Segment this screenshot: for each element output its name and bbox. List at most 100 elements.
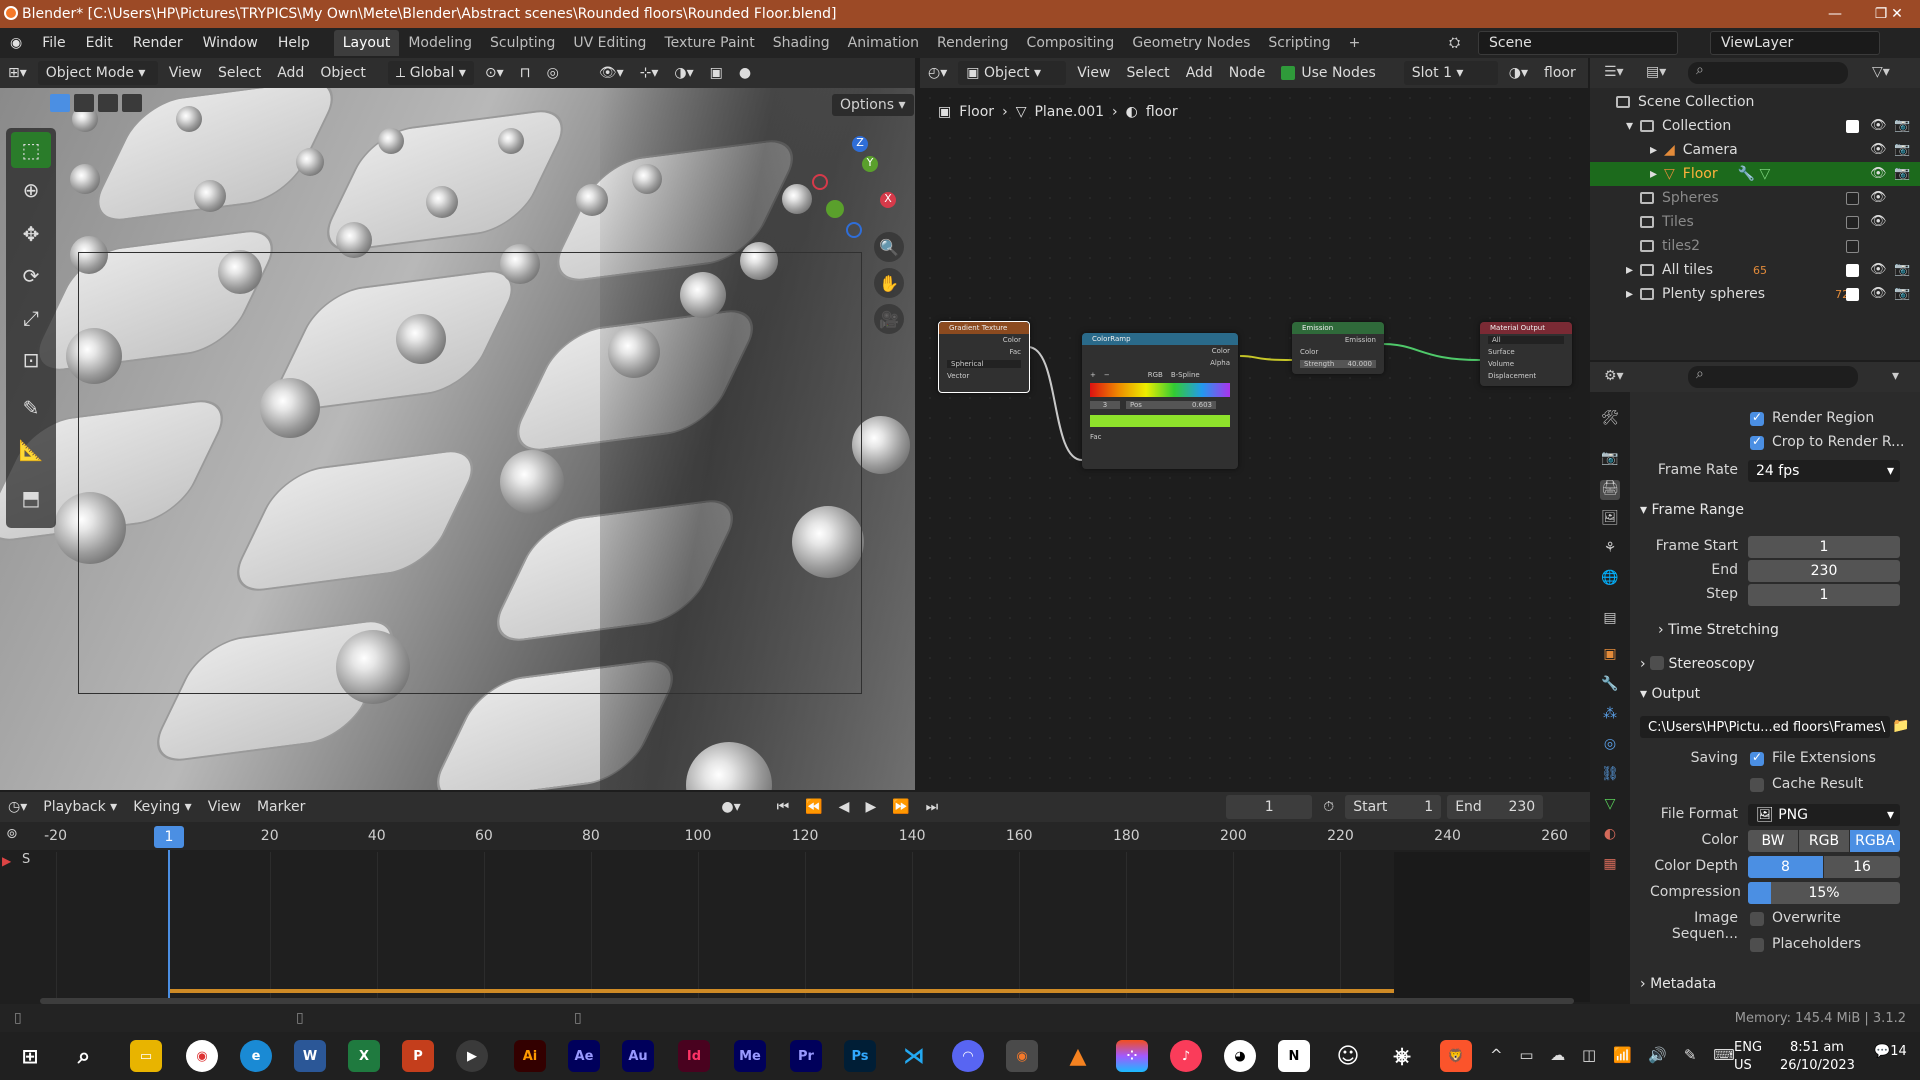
color-rgba-button[interactable]: RGBA: [1850, 830, 1900, 852]
gizmo-toggle-icon[interactable]: ⊹▾: [632, 61, 667, 85]
cache-result-checkbox[interactable]: [1750, 778, 1764, 792]
properties-editor-icon[interactable]: ⚙▾: [1604, 368, 1624, 384]
select-invert-icon[interactable]: [122, 94, 142, 112]
notification-icon[interactable]: 💬14: [1874, 1044, 1907, 1059]
illustrator-icon[interactable]: Ai: [514, 1040, 546, 1072]
visibility-eye-icon[interactable]: 👁: [1870, 166, 1887, 181]
menu-edit[interactable]: Edit: [76, 28, 123, 58]
outliner-search-input[interactable]: ⌕: [1688, 62, 1848, 84]
visibility-eye-icon[interactable]: 👁: [1870, 118, 1887, 133]
texture-tab-icon[interactable]: ▦: [1600, 856, 1620, 876]
jump-start-icon[interactable]: ⏮: [769, 795, 798, 819]
music-icon[interactable]: ♪: [1170, 1040, 1202, 1072]
scene-tab-icon[interactable]: ⚘: [1600, 540, 1620, 560]
axis-neg-x-icon[interactable]: [812, 174, 828, 190]
current-frame-field[interactable]: 1: [1226, 795, 1313, 819]
start-frame-field[interactable]: Start 1: [1345, 795, 1442, 819]
frame-start-field[interactable]: 1: [1748, 536, 1900, 558]
view-layer-selector[interactable]: ViewLayer: [1710, 31, 1880, 55]
timeline-view-icon[interactable]: ⊚: [6, 826, 18, 842]
jump-keyframe-forward-icon[interactable]: ⏩: [884, 795, 917, 819]
annotate-tool-icon[interactable]: ✎: [11, 390, 51, 426]
language-top[interactable]: ENG: [1734, 1040, 1762, 1055]
visibility-eye-icon[interactable]: 👁: [1870, 286, 1887, 301]
particles-tab-icon[interactable]: ⁂: [1600, 706, 1620, 726]
openai-icon[interactable]: ⎈: [1386, 1040, 1418, 1072]
visibility-eye-icon[interactable]: 👁: [1870, 214, 1887, 229]
outliner-row-tiles2[interactable]: tiles2: [1590, 234, 1920, 258]
frame-step-field[interactable]: 1: [1748, 584, 1900, 606]
play-icon[interactable]: ▶: [857, 795, 884, 819]
exclude-checkbox[interactable]: [1846, 120, 1859, 133]
tab-uv-editing[interactable]: UV Editing: [564, 30, 655, 56]
disclosure-icon[interactable]: ▸: [1626, 286, 1640, 302]
strength-field[interactable]: Strength 40.000: [1292, 358, 1384, 370]
menu-render[interactable]: Render: [123, 28, 193, 58]
disclosure-icon[interactable]: ▸: [1626, 262, 1640, 278]
exclude-checkbox[interactable]: [1846, 288, 1859, 301]
3d-viewport[interactable]: Options ▾ ⬚ ⊕ ✥ ⟳ ⤢ ⊡ ✎ 📐 ⬒ Z Y X 🔍 ✋ 🎥: [0, 88, 915, 790]
word-icon[interactable]: W: [294, 1040, 326, 1072]
timeline-editor-icon[interactable]: ◷▾: [0, 795, 35, 819]
camera-view-icon[interactable]: 🎥: [874, 304, 904, 334]
node-menu-view[interactable]: View: [1069, 61, 1118, 85]
emoji-app-icon[interactable]: ☺: [1332, 1040, 1364, 1072]
stop-color-swatch[interactable]: [1090, 415, 1230, 427]
tab-texture-paint[interactable]: Texture Paint: [655, 30, 763, 56]
material-output-node[interactable]: Material Output All Surface Volume Displ…: [1480, 322, 1572, 386]
menu-playback[interactable]: Playback ▾: [35, 795, 125, 819]
stop-index[interactable]: 3: [1090, 401, 1120, 409]
editor-type-icon[interactable]: ⊞▾: [0, 61, 35, 85]
file-extensions-checkbox[interactable]: [1750, 750, 1764, 766]
emission-node[interactable]: Emission Emission Color Strength 40.000: [1292, 322, 1384, 374]
jump-end-icon[interactable]: ⏭: [918, 795, 947, 819]
add-workspace-button[interactable]: +: [1340, 30, 1370, 56]
blender-taskbar-icon[interactable]: ◉: [1006, 1040, 1038, 1072]
audition-icon[interactable]: Au: [622, 1040, 654, 1072]
end-frame-field[interactable]: End 230: [1447, 795, 1544, 819]
gradient-type-dropdown[interactable]: Spherical: [939, 358, 1029, 370]
stop-position-field[interactable]: Pos 0.603: [1126, 401, 1216, 409]
tab-layout[interactable]: Layout: [333, 30, 400, 56]
edge-icon[interactable]: e: [240, 1040, 272, 1072]
vlc-icon[interactable]: ▲: [1062, 1040, 1094, 1072]
measure-tool-icon[interactable]: 📐: [11, 432, 51, 468]
outliner-editor-icon[interactable]: ☰▾: [1604, 64, 1624, 80]
figma-icon[interactable]: ⁘: [1116, 1040, 1148, 1072]
axis-z-icon[interactable]: Z: [852, 136, 868, 152]
clock-time[interactable]: 8:51 am: [1790, 1040, 1844, 1055]
node-menu-select[interactable]: Select: [1118, 61, 1177, 85]
exclude-checkbox[interactable]: [1846, 264, 1859, 277]
axis-neg-y-icon[interactable]: [826, 200, 844, 218]
select-new-icon[interactable]: [50, 94, 70, 112]
menu-object[interactable]: Object: [312, 61, 374, 85]
tab-animation[interactable]: Animation: [839, 30, 928, 56]
depth-16-button[interactable]: 16: [1824, 856, 1900, 878]
color-bw-button[interactable]: BW: [1748, 830, 1798, 852]
overwrite-checkbox[interactable]: [1750, 912, 1764, 926]
tool-tab-icon[interactable]: 🛠: [1600, 410, 1620, 430]
data-tab-icon[interactable]: ▽: [1600, 796, 1620, 816]
scene-collection-row[interactable]: Scene Collection: [1590, 90, 1920, 114]
render-camera-icon[interactable]: 📷: [1894, 262, 1910, 277]
gradient-texture-node[interactable]: Gradient Texture Color Fac Spherical Vec…: [938, 321, 1030, 393]
colorramp-node[interactable]: ColorRamp Color Alpha + − RGB B-Spline 3 …: [1082, 333, 1238, 469]
disclosure-icon[interactable]: ▸: [1650, 166, 1664, 182]
time-stretching-section[interactable]: › Time Stretching: [1658, 622, 1779, 638]
output-path-field[interactable]: C:\Users\HP\Pictu...ed floors\Frames\: [1640, 716, 1890, 738]
photoshop-icon[interactable]: Ps: [844, 1040, 876, 1072]
select-box-tool-icon[interactable]: ⬚: [11, 132, 51, 168]
material-tab-icon[interactable]: ◐: [1600, 826, 1620, 846]
tab-rendering[interactable]: Rendering: [928, 30, 1018, 56]
tab-shading[interactable]: Shading: [764, 30, 839, 56]
filter-icon[interactable]: ▽▾: [1872, 64, 1890, 80]
depth-8-button[interactable]: 8: [1748, 856, 1823, 878]
menu-timeline-view[interactable]: View: [200, 795, 249, 819]
node-editor[interactable]: ▣ Floor › ▽ Plane.001 › ◐ floor Gradient…: [920, 88, 1588, 790]
transform-tool-icon[interactable]: ⊡: [11, 342, 51, 378]
blender-menu-icon[interactable]: ◉: [0, 28, 32, 58]
properties-options-icon[interactable]: ▾: [1892, 368, 1899, 384]
object-tab-icon[interactable]: ▣: [1600, 646, 1620, 666]
menu-keying[interactable]: Keying ▾: [125, 795, 200, 819]
physics-tab-icon[interactable]: ◎: [1600, 736, 1620, 756]
